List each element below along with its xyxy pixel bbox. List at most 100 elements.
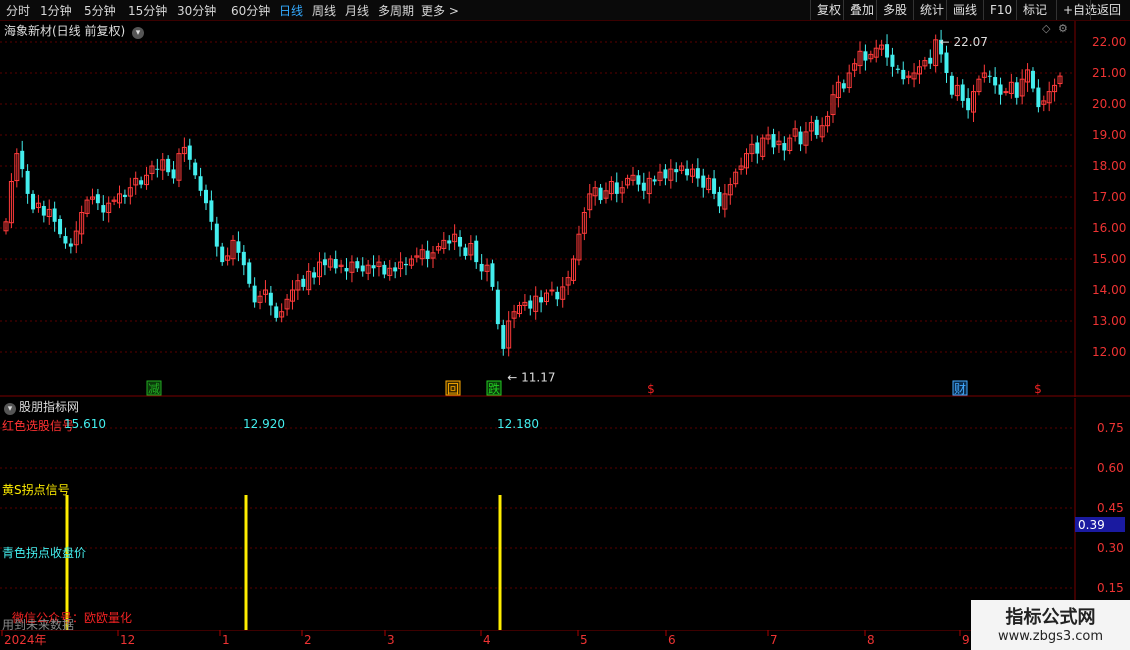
period-tab[interactable]: 15分钟 bbox=[128, 2, 167, 19]
candle-body bbox=[1003, 91, 1009, 94]
candle-body bbox=[771, 134, 776, 148]
indicator-chart[interactable]: 0.75 0.60 0.45 0.30 0.15 0.39 bbox=[0, 398, 1130, 630]
date-tick-label: 3 bbox=[387, 633, 395, 647]
candle-body bbox=[987, 75, 992, 77]
candle-body bbox=[312, 272, 317, 278]
period-tab[interactable]: 1分钟 bbox=[40, 2, 72, 19]
candle-body bbox=[203, 189, 208, 204]
event-marker[interactable]: 减 bbox=[146, 380, 162, 396]
candle-body bbox=[901, 69, 906, 80]
indicator-title-text: 股朋指标网 bbox=[19, 400, 80, 414]
event-marker[interactable]: 回 bbox=[445, 380, 461, 396]
candle-body bbox=[555, 291, 560, 300]
price-tick-label: 15.00 bbox=[1092, 252, 1126, 266]
candle-body bbox=[528, 300, 533, 309]
candle-body bbox=[1014, 82, 1019, 98]
event-marker[interactable]: $ bbox=[1034, 382, 1042, 396]
candle-body bbox=[695, 168, 700, 179]
candle-body bbox=[209, 200, 214, 222]
candle-body bbox=[25, 170, 30, 194]
candle-body bbox=[674, 169, 679, 173]
candle-body bbox=[198, 176, 203, 191]
date-tick-label: 4 bbox=[483, 633, 491, 647]
candle-body bbox=[928, 57, 933, 64]
date-tick-label: 6 bbox=[668, 633, 676, 647]
candle-body bbox=[193, 162, 198, 176]
candle-body bbox=[501, 325, 506, 349]
candle-body bbox=[20, 150, 25, 170]
toolbar-button[interactable]: 多股 bbox=[876, 0, 913, 20]
watermark-title: 指标公式网 bbox=[1005, 607, 1096, 628]
candle-body bbox=[252, 285, 257, 303]
price-chart[interactable]: 22.00 21.00 20.00 19.00 18.00 17.00 16.00 15.00… bbox=[0, 21, 1130, 397]
candle-body bbox=[549, 289, 555, 292]
chevron-down-icon[interactable]: ▾ bbox=[4, 403, 16, 415]
candle-body bbox=[220, 246, 225, 263]
candle-body bbox=[701, 175, 706, 188]
indicator-tick-label: 0.45 bbox=[1097, 501, 1124, 515]
toolbar-button[interactable]: 统计 bbox=[913, 0, 950, 20]
date-tick-label: 12 bbox=[120, 633, 135, 647]
period-tab[interactable]: 多周期 bbox=[378, 2, 414, 19]
candle-body bbox=[95, 194, 100, 204]
candle-body bbox=[863, 51, 868, 61]
toolbar-button[interactable]: 标记 bbox=[1016, 0, 1053, 20]
candle-body bbox=[360, 265, 365, 272]
candle-body bbox=[371, 265, 376, 269]
candle-body bbox=[490, 263, 495, 287]
period-tab[interactable]: 更多 > bbox=[421, 2, 459, 19]
event-marker-text: $ bbox=[1034, 382, 1042, 396]
indicator-value: 12.180 bbox=[497, 417, 539, 431]
candle-body bbox=[993, 77, 998, 86]
toolbar-button[interactable]: F10 bbox=[983, 0, 1018, 20]
candle-body bbox=[1036, 87, 1041, 108]
event-marker[interactable]: 跌 bbox=[486, 380, 502, 396]
candle-body bbox=[236, 241, 241, 253]
price-tick-label: 14.00 bbox=[1092, 283, 1126, 297]
indicator-tick-label: 0.15 bbox=[1097, 581, 1124, 595]
price-tick-label: 17.00 bbox=[1092, 190, 1126, 204]
indicator-tick-label: 0.75 bbox=[1097, 421, 1124, 435]
period-toolbar: 分时 1分钟 5分钟 15分钟 30分钟 60分钟 日线 周线 月线 多周期 更多 > 复权 叠加 多股统… bbox=[0, 0, 1130, 21]
candle-body bbox=[814, 119, 819, 135]
event-marker-text: 跌 bbox=[488, 381, 500, 396]
candle-body bbox=[636, 175, 641, 185]
candle-body bbox=[798, 131, 803, 145]
toolbar-button[interactable]: 返回 bbox=[1090, 0, 1127, 20]
toolbar-button[interactable]: 复权 bbox=[810, 0, 847, 20]
candle-body bbox=[41, 205, 46, 216]
watermark-logo: 指标公式网 www.zbgs3.com bbox=[971, 600, 1130, 650]
toolbar-button[interactable]: 叠加 bbox=[843, 0, 880, 20]
toolbar-button[interactable]: 画线 bbox=[946, 0, 983, 20]
date-tick-label: 7 bbox=[770, 633, 778, 647]
date-tick-label: 8 bbox=[867, 633, 875, 647]
candle-body bbox=[403, 263, 408, 266]
period-tab[interactable]: 30分钟 bbox=[177, 2, 216, 19]
candle-body bbox=[755, 142, 760, 154]
price-tick-label: 21.00 bbox=[1092, 66, 1126, 80]
candle-body bbox=[122, 194, 127, 197]
candle-body bbox=[960, 84, 965, 101]
event-marker[interactable]: 财 bbox=[952, 380, 968, 396]
date-tick-label: 2024年 bbox=[4, 633, 47, 647]
indicator-title: ▾ 股朋指标网 bbox=[4, 398, 79, 415]
event-marker-text: 财 bbox=[954, 382, 966, 396]
event-marker-text: 减 bbox=[148, 382, 160, 396]
period-tab[interactable]: 月线 bbox=[345, 2, 369, 19]
period-tab[interactable]: 周线 bbox=[312, 2, 336, 19]
period-tab[interactable]: 分时 bbox=[6, 2, 30, 19]
candle-body bbox=[187, 145, 192, 160]
candle-body bbox=[31, 193, 36, 210]
period-tab[interactable]: 日线 bbox=[279, 2, 303, 19]
event-marker[interactable]: $ bbox=[647, 382, 655, 396]
indicator-tick-label: 0.60 bbox=[1097, 461, 1124, 475]
candle-body bbox=[641, 182, 646, 191]
candle-body bbox=[885, 44, 890, 58]
period-tab[interactable]: 60分钟 bbox=[231, 2, 270, 19]
candle-body bbox=[425, 250, 430, 259]
price-tick-label: 12.00 bbox=[1092, 345, 1126, 359]
candle-body bbox=[214, 223, 219, 247]
price-tick-label: 22.00 bbox=[1092, 35, 1126, 49]
cyan-signal-label: 青色拐点收盘价 bbox=[2, 546, 87, 560]
period-tab[interactable]: 5分钟 bbox=[84, 2, 116, 19]
